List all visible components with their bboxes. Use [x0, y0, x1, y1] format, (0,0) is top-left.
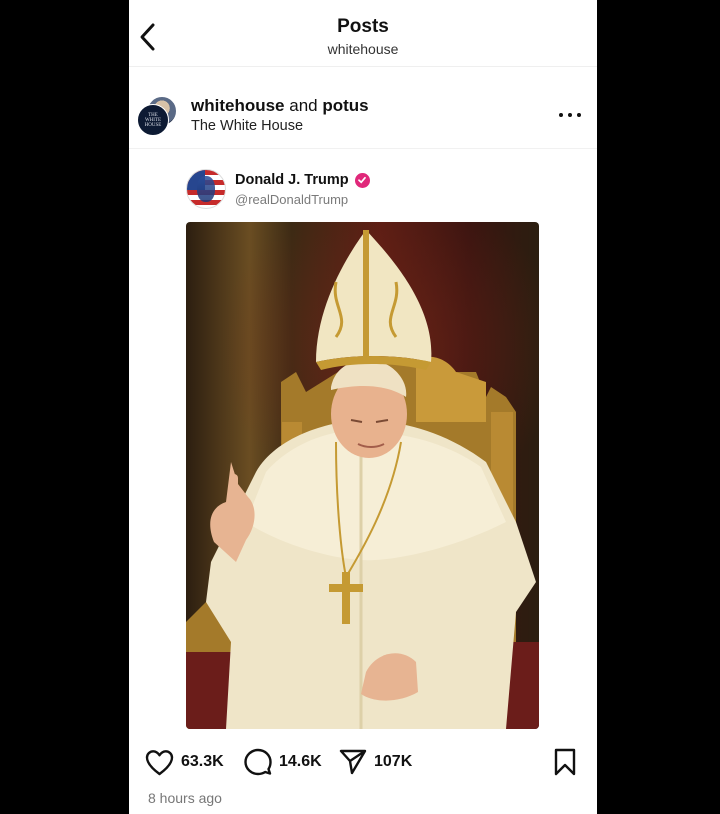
like-count: 63.3K	[181, 753, 224, 770]
quoted-author-name: Donald J. Trump	[235, 172, 349, 188]
post-timestamp: 8 hours ago	[148, 790, 222, 806]
share-button[interactable]: 107K	[339, 744, 412, 780]
reply-count: 14.6K	[279, 753, 322, 770]
quoted-avatar[interactable]	[186, 169, 226, 209]
avatar-seal-text: THE WHITE HOUSE	[144, 112, 162, 128]
whitehouse-avatar[interactable]: THE WHITE HOUSE	[137, 104, 169, 136]
reply-button[interactable]: 14.6K	[244, 744, 322, 780]
heart-icon	[145, 749, 174, 775]
quoted-author[interactable]: Donald J. Trump	[235, 172, 370, 188]
author-connector: and	[289, 96, 318, 115]
save-button[interactable]	[553, 744, 577, 780]
action-bar: 63.3K 14.6K 107K	[129, 744, 597, 780]
paper-plane-icon	[339, 749, 367, 775]
post-image-illustration	[186, 230, 539, 729]
author-whitehouse[interactable]: whitehouse	[191, 96, 285, 115]
share-count: 107K	[374, 753, 413, 770]
page-subtitle: whitehouse	[327, 41, 399, 57]
post-image[interactable]	[186, 222, 539, 729]
post-header: THE WHITE HOUSE whitehouse and potus The…	[129, 66, 597, 149]
post-authors[interactable]: whitehouse and potus	[191, 96, 369, 116]
comment-bubble-icon	[244, 748, 272, 776]
avatar-group[interactable]: THE WHITE HOUSE	[137, 96, 177, 136]
author-potus[interactable]: potus	[322, 96, 368, 115]
top-bar: Posts whitehouse	[129, 0, 597, 67]
page-title: Posts	[337, 16, 389, 37]
quoted-handle: @realDonaldTrump	[235, 192, 349, 207]
ellipsis-icon[interactable]	[557, 106, 583, 122]
verified-badge-icon	[354, 172, 370, 188]
org-name: The White House	[191, 118, 304, 134]
like-button[interactable]: 63.3K	[145, 744, 224, 780]
bookmark-icon	[554, 748, 576, 776]
phone-screen: Posts whitehouse THE WHITE HOUSE whiteho…	[129, 0, 597, 814]
